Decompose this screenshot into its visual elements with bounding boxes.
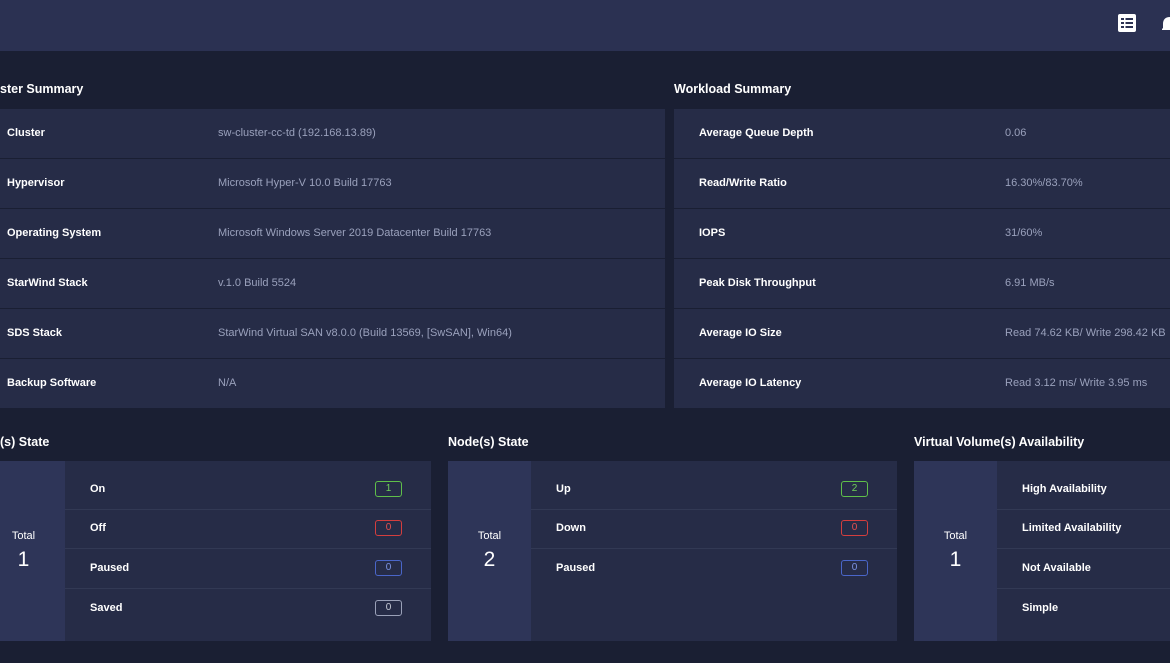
table-row: StarWind Stack v.1.0 Build 5524	[0, 259, 665, 308]
row-value: Read 74.62 KB/ Write 298.42 KB	[1005, 327, 1166, 339]
row-value: v.1.0 Build 5524	[218, 277, 297, 289]
row-label: Hypervisor	[7, 177, 65, 189]
table-row: Read/Write Ratio 16.30%/83.70%	[674, 159, 1170, 208]
count-badge: 0	[375, 560, 402, 576]
row-value: Microsoft Hyper-V 10.0 Build 17763	[218, 177, 392, 189]
availability-row-limited: Limited Availability	[997, 509, 1170, 549]
table-row: Operating System Microsoft Windows Serve…	[0, 209, 665, 258]
table-row: Peak Disk Throughput 6.91 MB/s	[674, 259, 1170, 308]
node-state-card: Total 2 Up 2 Down 0 Paused 0	[448, 461, 897, 641]
row-label: Average IO Size	[699, 327, 782, 339]
row-value: StarWind Virtual SAN v8.0.0 (Build 13569…	[218, 327, 512, 339]
row-value: 31/60%	[1005, 227, 1043, 239]
count-badge: 2	[841, 481, 868, 497]
top-bar	[0, 0, 1170, 51]
count-badge: 0	[841, 560, 868, 576]
workload-summary-title: Workload Summary	[674, 82, 792, 96]
row-label: Peak Disk Throughput	[699, 277, 816, 289]
table-row: Average IO Size Read 74.62 KB/ Write 298…	[674, 309, 1170, 358]
availability-label: Simple	[1022, 602, 1059, 614]
availability-label: Not Available	[1022, 562, 1091, 574]
count-badge: 1	[375, 481, 402, 497]
table-row: IOPS 31/60%	[674, 209, 1170, 258]
row-label: Average IO Latency	[699, 377, 802, 389]
vm-state-title: (s) State	[0, 435, 50, 449]
table-row: Cluster sw-cluster-cc-td (192.168.13.89)	[0, 109, 665, 158]
cluster-summary-table: Cluster sw-cluster-cc-td (192.168.13.89)…	[0, 109, 665, 408]
total-count: 2	[483, 548, 496, 571]
state-label: Up	[556, 483, 571, 495]
state-row-paused: Paused 0	[531, 549, 897, 588]
volume-total-box: Total 1	[914, 461, 997, 641]
row-value: 0.06	[1005, 127, 1027, 139]
state-label: Paused	[90, 562, 130, 574]
table-row: SDS Stack StarWind Virtual SAN v8.0.0 (B…	[0, 309, 665, 358]
vm-total-box: Total 1	[0, 461, 65, 641]
row-label: SDS Stack	[7, 327, 63, 339]
row-value: Read 3.12 ms/ Write 3.95 ms	[1005, 377, 1148, 389]
row-value: sw-cluster-cc-td (192.168.13.89)	[218, 127, 376, 139]
checklist-icon[interactable]	[1117, 13, 1137, 38]
table-row: Hypervisor Microsoft Hyper-V 10.0 Build …	[0, 159, 665, 208]
table-row: Average Queue Depth 0.06	[674, 109, 1170, 158]
cluster-summary-title: ster Summary	[0, 82, 84, 96]
row-label: Operating System	[7, 227, 102, 239]
workload-summary-table: Average Queue Depth 0.06 Read/Write Rati…	[674, 109, 1170, 408]
state-label: Paused	[556, 562, 596, 574]
row-value: Microsoft Windows Server 2019 Datacenter…	[218, 227, 492, 239]
row-label: Cluster	[7, 127, 45, 139]
volume-availability-title: Virtual Volume(s) Availability	[914, 435, 1085, 449]
row-label: IOPS	[699, 227, 726, 239]
row-label: Read/Write Ratio	[699, 177, 787, 189]
availability-row-high: High Availability	[997, 470, 1170, 510]
total-label: Total	[943, 530, 968, 542]
availability-label: Limited Availability	[1022, 522, 1122, 534]
state-row-up: Up 2	[531, 470, 897, 510]
state-row-saved: Saved 0	[65, 589, 431, 628]
vm-state-card: Total 1 On 1 Off 0 Paused 0 Saved 0	[0, 461, 431, 641]
state-row-on: On 1	[65, 470, 431, 510]
total-label: Total	[11, 530, 36, 542]
state-row-paused: Paused 0	[65, 549, 431, 589]
total-count: 1	[949, 548, 962, 571]
state-label: Saved	[90, 602, 123, 614]
count-badge: 0	[375, 520, 402, 536]
row-label: Average Queue Depth	[699, 127, 814, 139]
row-value: 6.91 MB/s	[1005, 277, 1055, 289]
count-badge: 0	[375, 600, 402, 616]
bell-icon[interactable]	[1162, 13, 1170, 38]
total-count: 1	[17, 548, 30, 571]
volume-availability-card: Total 1 High Availability Limited Availa…	[914, 461, 1170, 641]
table-row: Backup Software N/A	[0, 359, 665, 408]
row-value: 16.30%/83.70%	[1005, 177, 1083, 189]
row-value: N/A	[218, 377, 237, 389]
count-badge: 0	[841, 520, 868, 536]
state-label: On	[90, 483, 106, 495]
availability-label: High Availability	[1022, 483, 1107, 495]
node-state-title: Node(s) State	[448, 435, 529, 449]
state-label: Off	[90, 522, 106, 534]
total-label: Total	[477, 530, 502, 542]
node-total-box: Total 2	[448, 461, 531, 641]
row-label: Backup Software	[7, 377, 97, 389]
state-row-off: Off 0	[65, 509, 431, 549]
row-label: StarWind Stack	[7, 277, 88, 289]
availability-row-simple: Simple	[997, 589, 1170, 628]
state-row-down: Down 0	[531, 509, 897, 549]
table-row: Average IO Latency Read 3.12 ms/ Write 3…	[674, 359, 1170, 408]
availability-row-not-available: Not Available	[997, 549, 1170, 589]
state-label: Down	[556, 522, 586, 534]
